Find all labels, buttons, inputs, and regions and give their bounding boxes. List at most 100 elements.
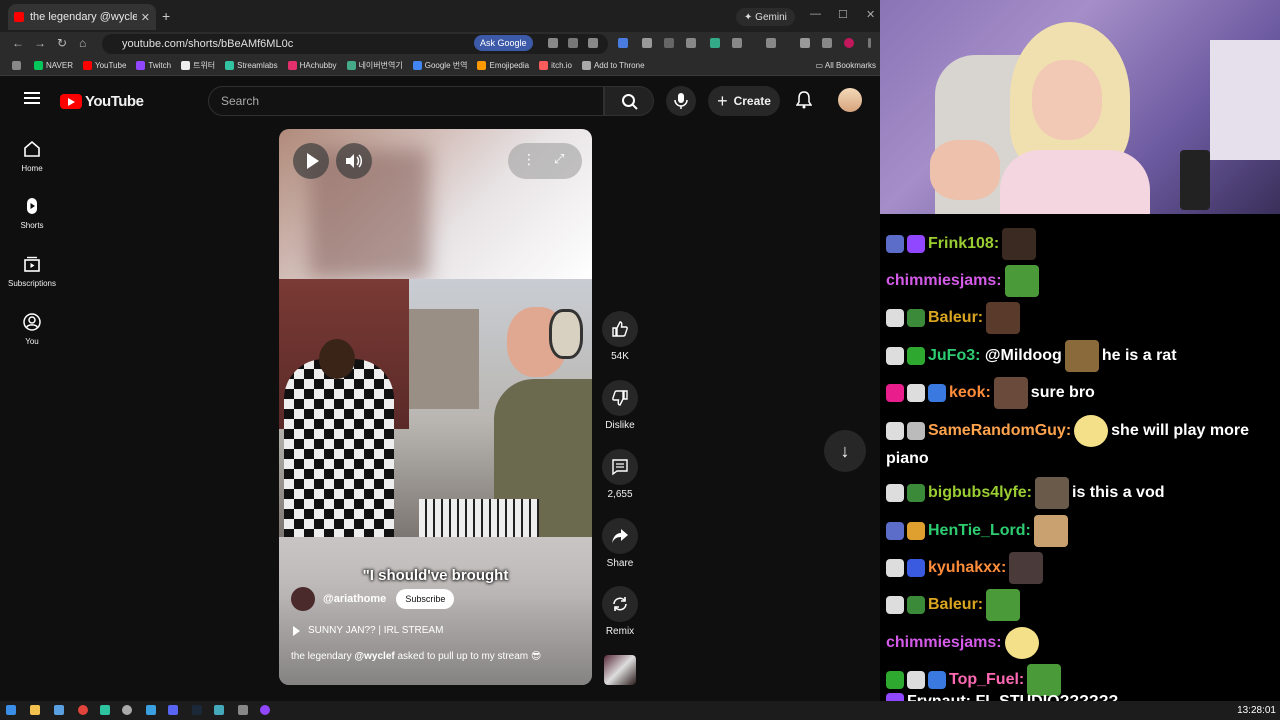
bookmark-hachubby[interactable]: HAchubby (287, 61, 337, 70)
volume-button[interactable] (336, 143, 372, 179)
app-icon[interactable] (238, 705, 248, 715)
chat-username[interactable]: Baleur: (928, 309, 983, 326)
badge-icon (928, 671, 946, 689)
user-avatar[interactable] (838, 88, 862, 112)
linked-video[interactable]: SUNNY JAN?? | IRL STREAM (293, 625, 443, 636)
nav-home[interactable]: Home (0, 140, 64, 173)
bookmark-naver-translate[interactable]: 네이버번역기 (346, 60, 403, 71)
obs-icon[interactable] (260, 705, 270, 715)
short-video-player[interactable]: ⋮ ⤢ "I should've brought @ariathome Subs… (279, 129, 592, 685)
zoom-icon[interactable] (568, 38, 578, 48)
extension-icon[interactable] (618, 38, 628, 48)
channel-avatar[interactable] (291, 587, 315, 611)
badge-icon (907, 384, 925, 402)
bookmark-star-icon[interactable] (588, 38, 598, 48)
bookmark-youtube[interactable]: YouTube (82, 61, 126, 70)
new-tab-icon[interactable]: + (162, 8, 170, 24)
sound-thumbnail[interactable] (604, 655, 636, 685)
chat-username[interactable]: Frink108: (928, 235, 999, 252)
chat-username[interactable]: HenTie_Lord: (928, 522, 1031, 539)
bookmark-label: Add to Throne (593, 61, 645, 70)
bookmark-label: Streamlabs (237, 61, 278, 70)
extension-icon[interactable] (686, 38, 696, 48)
close-window-icon[interactable]: ✕ (866, 8, 875, 21)
play-button[interactable] (293, 143, 329, 179)
maximize-icon[interactable]: ☐ (838, 8, 848, 21)
create-label: Create (733, 94, 771, 108)
app-icon[interactable] (122, 705, 132, 715)
dislike-button[interactable]: Dislike (598, 380, 642, 431)
forward-icon[interactable]: → (34, 36, 46, 50)
bookmark-itchio[interactable]: itch.io (539, 61, 572, 70)
app-icon[interactable] (100, 705, 110, 715)
chat-username[interactable]: chimmiesjams: (886, 272, 1002, 289)
like-button[interactable]: 54K (598, 311, 642, 362)
more-options-icon[interactable]: ⋮ (522, 151, 536, 168)
extension-icon[interactable] (642, 38, 652, 48)
share-button[interactable]: Share (598, 518, 642, 569)
app-icon[interactable] (54, 705, 64, 715)
chat-username[interactable]: Top_Fuel: (949, 671, 1024, 688)
fullscreen-icon[interactable]: ⤢ (554, 151, 564, 167)
nav-shorts[interactable]: Shorts (0, 197, 64, 230)
menu-dots-icon[interactable] (868, 38, 871, 48)
chat-username[interactable]: kyuhakxx: (928, 559, 1006, 576)
home-browser-icon[interactable]: ⌂ (79, 36, 86, 50)
notifications-bell-icon[interactable] (796, 91, 812, 109)
chat-username[interactable]: bigbubs4lyfe: (928, 484, 1032, 501)
bookmark-emojipedia[interactable]: Emojipedia (477, 61, 529, 70)
cast-icon[interactable] (548, 38, 558, 48)
search-button[interactable] (604, 86, 654, 116)
create-button[interactable]: + Create (708, 86, 780, 116)
channel-name[interactable]: @ariathome (323, 593, 386, 605)
all-bookmarks[interactable]: ▭ All Bookmarks (816, 61, 876, 70)
chat-username[interactable]: keok: (949, 384, 991, 401)
channel-row: @ariathome Subscribe (291, 587, 455, 611)
hamburger-menu-icon[interactable] (24, 92, 40, 104)
apps-grid-icon[interactable] (12, 61, 24, 70)
video-caption: "I should've brought (362, 567, 509, 584)
chat-username[interactable]: Baleur: (928, 596, 983, 613)
description-mention[interactable]: @wyclef (354, 651, 394, 662)
chat-username[interactable]: SameRandomGuy: (928, 422, 1071, 439)
chat-message: kyuhakxx: (886, 552, 1276, 584)
close-tab-icon[interactable]: ✕ (141, 11, 150, 24)
nav-subscriptions[interactable]: Subscriptions (0, 255, 64, 288)
search-input[interactable]: Search (208, 86, 604, 116)
media-icon[interactable] (822, 38, 832, 48)
windows-start-icon[interactable] (6, 705, 16, 715)
bookmark-throne[interactable]: Add to Throne (581, 61, 645, 70)
app-icon[interactable] (214, 705, 224, 715)
steam-icon[interactable] (192, 705, 202, 715)
bookmark-twitch[interactable]: Twitch (136, 61, 171, 70)
chrome-icon[interactable] (78, 705, 88, 715)
next-short-button[interactable]: ↓ (824, 430, 866, 472)
chat-username[interactable]: chimmiesjams: (886, 634, 1002, 651)
download-icon[interactable] (800, 38, 810, 48)
file-explorer-icon[interactable] (30, 705, 40, 715)
chat-username[interactable]: JuFo3: (928, 347, 980, 364)
youtube-logo[interactable]: YouTube (60, 93, 144, 110)
bookmark-google-translate[interactable]: Google 번역 (412, 60, 467, 71)
bookmark-twitter[interactable]: 트위터 (181, 60, 215, 71)
extension-icon[interactable] (664, 38, 674, 48)
nav-you[interactable]: You (0, 313, 64, 346)
minimize-icon[interactable]: — (810, 8, 821, 20)
app-icon[interactable] (146, 705, 156, 715)
remix-button[interactable]: Remix (598, 586, 642, 637)
sidepanel-icon[interactable] (766, 38, 776, 48)
gemini-button[interactable]: ✦ Gemini (736, 8, 795, 26)
extensions-puzzle-icon[interactable] (732, 38, 742, 48)
discord-icon[interactable] (168, 705, 178, 715)
ask-google-button[interactable]: Ask Google (474, 35, 533, 51)
browser-tab[interactable]: the legendary @wyclef asked t ✕ (8, 4, 156, 30)
bookmark-streamlabs[interactable]: Streamlabs (225, 61, 278, 70)
extension-icon[interactable] (710, 38, 720, 48)
bookmark-naver[interactable]: NAVER (34, 61, 73, 70)
voice-search-button[interactable] (666, 86, 696, 116)
subscribe-button[interactable]: Subscribe (396, 589, 455, 609)
back-icon[interactable]: ← (12, 36, 24, 50)
comments-button[interactable]: 2,655 (598, 449, 642, 500)
reload-icon[interactable]: ↻ (57, 36, 67, 50)
profile-icon[interactable] (844, 38, 854, 48)
